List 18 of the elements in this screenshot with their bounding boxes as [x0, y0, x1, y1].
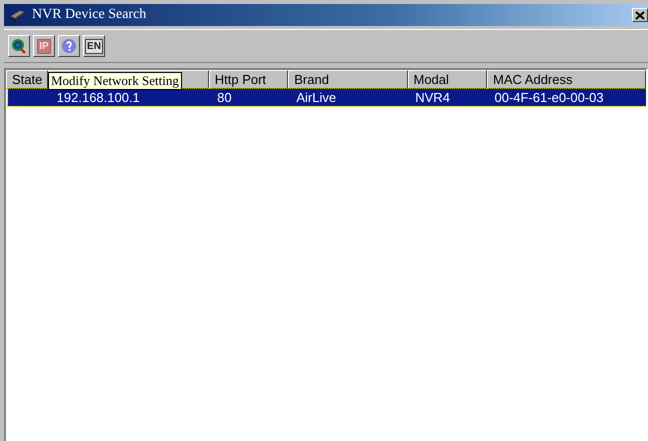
- table-cell-text: 80: [216, 89, 233, 106]
- device-icon: [8, 9, 28, 21]
- column-header[interactable]: Brand: [288, 70, 408, 89]
- column-header[interactable]: MAC Address: [487, 70, 646, 89]
- column-header[interactable]: Modal: [408, 70, 488, 89]
- close-button[interactable]: [632, 8, 648, 22]
- tooltip: Modify Network Setting: [48, 72, 182, 90]
- table-cell-text: 00-4F-61-e0-00-03: [494, 89, 605, 106]
- help-button[interactable]: [58, 35, 80, 57]
- toolbar-button[interactable]: EN: [83, 35, 105, 57]
- table-cell-text: AirLive: [295, 89, 338, 106]
- table-row[interactable]: 192.168.100.1 80 AirLive NVR4 00-4F-61-e0-00-03: [8, 89, 646, 106]
- globe-search-button[interactable]: [8, 35, 30, 57]
- table-cell-text: 192.168.100.1: [56, 89, 141, 106]
- column-header[interactable]: State: [6, 70, 48, 89]
- window-title: NVR Device Search: [32, 7, 148, 23]
- table-cell-text: NVR4: [414, 89, 451, 106]
- column-header[interactable]: Http Port: [208, 70, 288, 89]
